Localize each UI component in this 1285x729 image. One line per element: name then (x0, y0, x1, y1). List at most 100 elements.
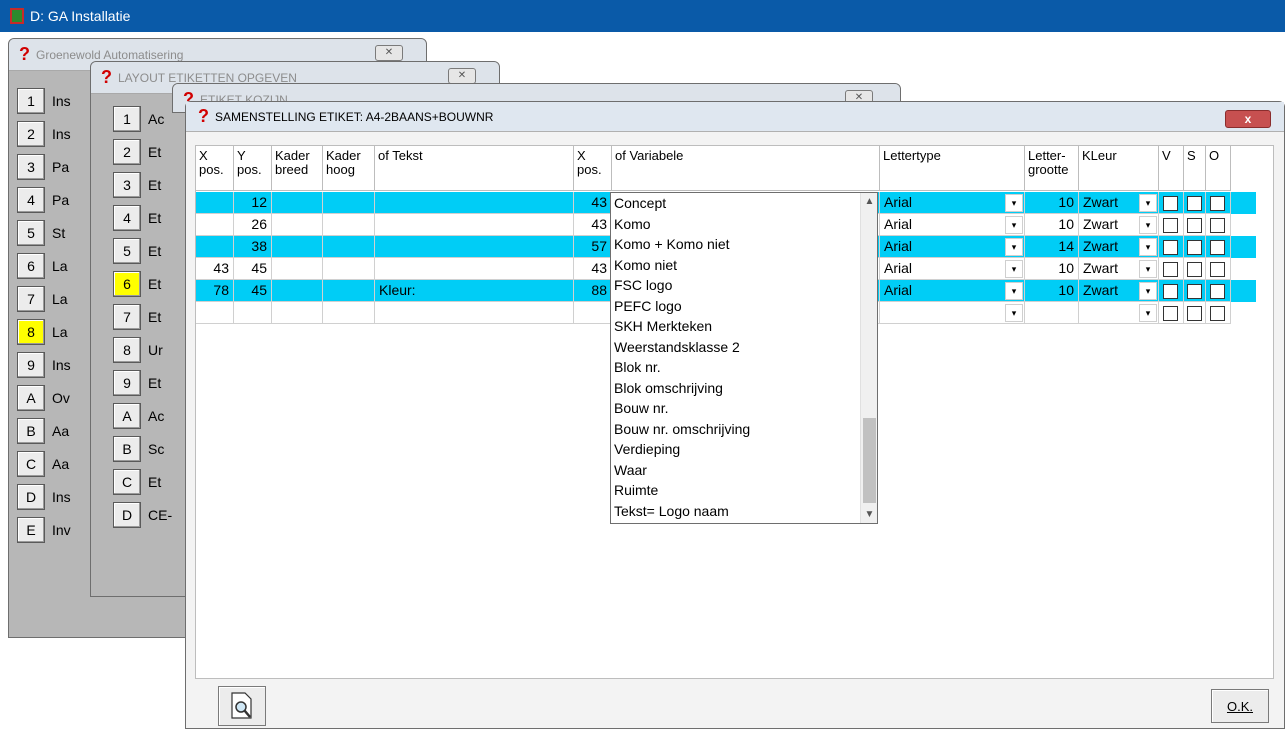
cell-lettergrootte[interactable] (1025, 302, 1079, 324)
cell-kader-hoog[interactable] (323, 214, 375, 236)
cell-x-pos-2[interactable] (574, 302, 612, 324)
variable-list-item[interactable]: Blok omschrijving (611, 378, 877, 399)
checkbox-o[interactable] (1210, 218, 1225, 233)
menu-row[interactable]: 9 Et (113, 366, 172, 399)
cell-tekst[interactable] (375, 258, 574, 280)
menu-key-button[interactable]: 5 (17, 219, 45, 246)
menu-key-button[interactable]: 6 (113, 270, 141, 297)
variable-list-item[interactable]: Concept (611, 193, 877, 214)
menu-key-button[interactable]: 2 (113, 138, 141, 165)
variable-list-item[interactable]: Weerstandsklasse 2 (611, 337, 877, 358)
cell-lettergrootte[interactable]: 10 (1025, 258, 1079, 280)
variable-list-item[interactable]: SKH Merkteken (611, 316, 877, 337)
lettertype-dropdown-icon[interactable]: ▾ (1005, 282, 1023, 300)
close-button[interactable]: ✕ (448, 68, 476, 84)
checkbox-s[interactable] (1187, 218, 1202, 233)
cell-kader-breed[interactable] (272, 214, 323, 236)
cell-kader-breed[interactable] (272, 192, 323, 214)
menu-row[interactable]: A Ov (17, 381, 71, 414)
scroll-down-icon[interactable]: ▼ (861, 506, 878, 523)
kleur-dropdown-icon[interactable]: ▾ (1139, 260, 1157, 278)
checkbox-o[interactable] (1210, 284, 1225, 299)
menu-row[interactable]: 6 Et (113, 267, 172, 300)
menu-key-button[interactable]: C (17, 450, 45, 477)
variable-list-item[interactable]: Waar (611, 460, 877, 481)
kleur-dropdown-icon[interactable]: ▾ (1139, 282, 1157, 300)
variable-list-item[interactable]: Tekst= Logo naam (611, 501, 877, 522)
menu-row[interactable]: B Sc (113, 432, 172, 465)
variable-list-item[interactable]: Komo niet (611, 255, 877, 276)
cell-kader-breed[interactable] (272, 236, 323, 258)
menu-row[interactable]: A Ac (113, 399, 172, 432)
cell-tekst[interactable] (375, 302, 574, 324)
menu-key-button[interactable]: D (113, 501, 141, 528)
checkbox-s[interactable] (1187, 284, 1202, 299)
menu-row[interactable]: 2 Et (113, 135, 172, 168)
menu-key-button[interactable]: B (113, 435, 141, 462)
cell-tekst[interactable] (375, 214, 574, 236)
cell-kader-hoog[interactable] (323, 302, 375, 324)
cell-tekst[interactable] (375, 236, 574, 258)
checkbox-o[interactable] (1210, 240, 1225, 255)
checkbox-s[interactable] (1187, 240, 1202, 255)
menu-key-button[interactable]: 4 (113, 204, 141, 231)
cell-lettertype[interactable]: Arial (880, 236, 1025, 258)
cell-kader-hoog[interactable] (323, 258, 375, 280)
menu-row[interactable]: 1 Ins (17, 84, 71, 117)
cell-tekst[interactable]: Kleur: (375, 280, 574, 302)
cell-kader-hoog[interactable] (323, 236, 375, 258)
menu-key-button[interactable]: E (17, 516, 45, 543)
cell-tekst[interactable] (375, 192, 574, 214)
lettertype-dropdown-icon[interactable]: ▾ (1005, 260, 1023, 278)
menu-row[interactable]: 3 Pa (17, 150, 71, 183)
cell-y-pos[interactable] (234, 302, 272, 324)
cell-y-pos[interactable]: 45 (234, 258, 272, 280)
cell-x-pos-2[interactable]: 57 (574, 236, 612, 258)
cell-kader-breed[interactable] (272, 302, 323, 324)
cell-x-pos[interactable] (196, 192, 234, 214)
checkbox-o[interactable] (1210, 262, 1225, 277)
menu-key-button[interactable]: 3 (113, 171, 141, 198)
variable-list-item[interactable]: Bouw nr. omschrijving (611, 419, 877, 440)
variable-list-item[interactable]: PEFC logo (611, 296, 877, 317)
cell-lettertype[interactable] (880, 302, 1025, 324)
menu-row[interactable]: 1 Ac (113, 102, 172, 135)
variable-list-item[interactable]: Blok nr. (611, 357, 877, 378)
menu-key-button[interactable]: 7 (113, 303, 141, 330)
ok-button[interactable]: O.K. (1211, 689, 1269, 723)
close-button[interactable]: x (1225, 110, 1271, 128)
menu-row[interactable]: 7 La (17, 282, 71, 315)
checkbox-v[interactable] (1163, 218, 1178, 233)
cell-x-pos[interactable]: 78 (196, 280, 234, 302)
variable-list-item[interactable]: Bouw nr. (611, 398, 877, 419)
menu-key-button[interactable]: D (17, 483, 45, 510)
cell-y-pos[interactable]: 45 (234, 280, 272, 302)
checkbox-o[interactable] (1210, 196, 1225, 211)
cell-x-pos[interactable] (196, 236, 234, 258)
scroll-up-icon[interactable]: ▲ (861, 193, 878, 210)
cell-kader-hoog[interactable] (323, 192, 375, 214)
checkbox-v[interactable] (1163, 196, 1178, 211)
menu-row[interactable]: 8 La (17, 315, 71, 348)
scrollbar-thumb[interactable] (863, 418, 876, 503)
menu-key-button[interactable]: 3 (17, 153, 45, 180)
menu-key-button[interactable]: 5 (113, 237, 141, 264)
variable-list-item[interactable]: Komo + Komo niet (611, 234, 877, 255)
cell-lettertype[interactable]: Arial (880, 214, 1025, 236)
cell-kader-hoog[interactable] (323, 280, 375, 302)
cell-x-pos[interactable]: 43 (196, 258, 234, 280)
menu-key-button[interactable]: 7 (17, 285, 45, 312)
checkbox-s[interactable] (1187, 306, 1202, 321)
lettertype-dropdown-icon[interactable]: ▾ (1005, 238, 1023, 256)
menu-row[interactable]: E Inv (17, 513, 71, 546)
menu-row[interactable]: D Ins (17, 480, 71, 513)
checkbox-s[interactable] (1187, 262, 1202, 277)
menu-key-button[interactable]: 8 (113, 336, 141, 363)
menu-key-button[interactable]: 2 (17, 120, 45, 147)
checkbox-v[interactable] (1163, 240, 1178, 255)
variable-listbox[interactable]: Concept Komo Komo + Komo niet Komo niet FSC … (610, 192, 878, 524)
menu-row[interactable]: 2 Ins (17, 117, 71, 150)
lettertype-dropdown-icon[interactable]: ▾ (1005, 304, 1023, 322)
menu-key-button[interactable]: 1 (113, 105, 141, 132)
lettertype-dropdown-icon[interactable]: ▾ (1005, 194, 1023, 212)
